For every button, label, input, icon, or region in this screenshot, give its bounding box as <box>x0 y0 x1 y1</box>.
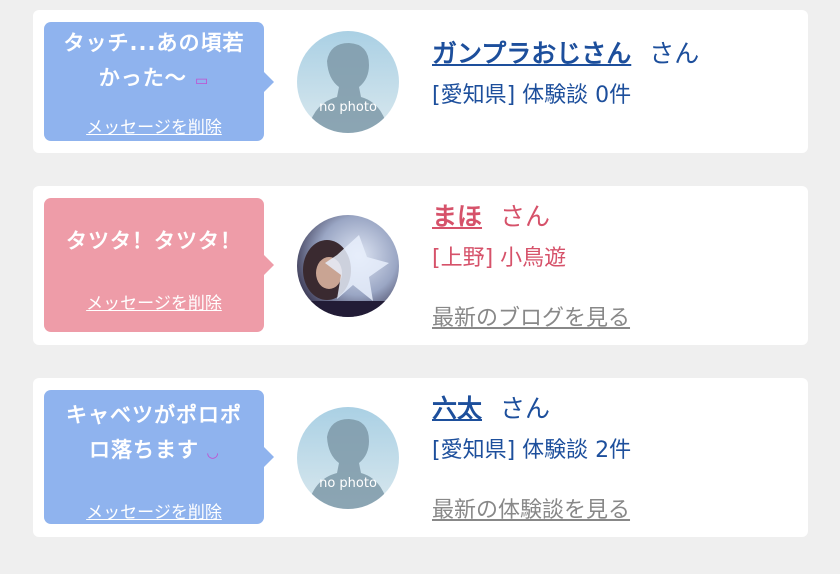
message-bubble: タッチ...あの頃若 かった〜 ▭ メッセージを削除 <box>44 22 274 141</box>
avatar[interactable]: no photo <box>297 407 399 509</box>
message-text-line2: かった〜 <box>98 66 187 90</box>
member-name-link[interactable]: まほ <box>432 202 482 231</box>
avatar[interactable]: no photo <box>297 31 399 133</box>
emoji-icon: ◡ <box>207 445 220 461</box>
no-photo-avatar-icon: no photo <box>297 31 399 133</box>
member-detail: [愛知県] 体験談 2件 <box>432 438 632 463</box>
no-photo-label: no photo <box>319 476 377 491</box>
member-card: タッチ...あの頃若 かった〜 ▭ メッセージを削除 no photo ガンプラ… <box>33 10 808 153</box>
honorific: さん <box>500 394 551 423</box>
honorific: さん <box>500 202 551 231</box>
no-photo-label: no photo <box>319 100 377 115</box>
member-name-link[interactable]: 六太 <box>432 394 482 423</box>
member-detail: [愛知県] 体験談 0件 <box>432 83 632 108</box>
delete-message-link[interactable]: メッセージを削除 <box>44 113 264 138</box>
member-card: タツタ！タツタ！ メッセージを削除 まほ さん [上野] 小鳥遊 最新のブログを見… <box>33 186 808 345</box>
delete-message-link[interactable]: メッセージを削除 <box>44 498 264 523</box>
delete-message-link[interactable]: メッセージを削除 <box>44 289 264 314</box>
no-photo-avatar-icon: no photo <box>297 407 399 509</box>
message-text-line2: ロ落ちます <box>88 438 199 462</box>
member-info: 六太 さん [愛知県] 体験談 2件 <box>432 393 631 466</box>
member-card: キャベツがポロポ ロ落ちます ◡ メッセージを削除 no photo 六太 さん … <box>33 378 808 537</box>
latest-blog-link[interactable]: 最新のブログを見る <box>432 300 630 332</box>
user-photo-icon <box>297 215 399 317</box>
avatar[interactable] <box>297 215 399 317</box>
member-name-link[interactable]: ガンプラおじさん <box>432 39 631 68</box>
message-text-line1: タッチ...あの頃若 <box>63 31 245 55</box>
message-text-line1: タツタ！タツタ！ <box>66 229 242 253</box>
member-info: ガンプラおじさん さん [愛知県] 体験談 0件 <box>432 38 699 111</box>
message-bubble: キャベツがポロポ ロ落ちます ◡ メッセージを削除 <box>44 390 274 524</box>
emoji-icon: ▭ <box>195 73 210 89</box>
latest-experience-link[interactable]: 最新の体験談を見る <box>432 492 630 524</box>
message-bubble: タツタ！タツタ！ メッセージを削除 <box>44 198 274 332</box>
message-text-line1: キャベツがポロポ <box>66 403 242 427</box>
member-info: まほ さん [上野] 小鳥遊 <box>432 201 566 274</box>
member-detail: [上野] 小鳥遊 <box>432 246 567 271</box>
honorific: さん <box>649 39 700 68</box>
